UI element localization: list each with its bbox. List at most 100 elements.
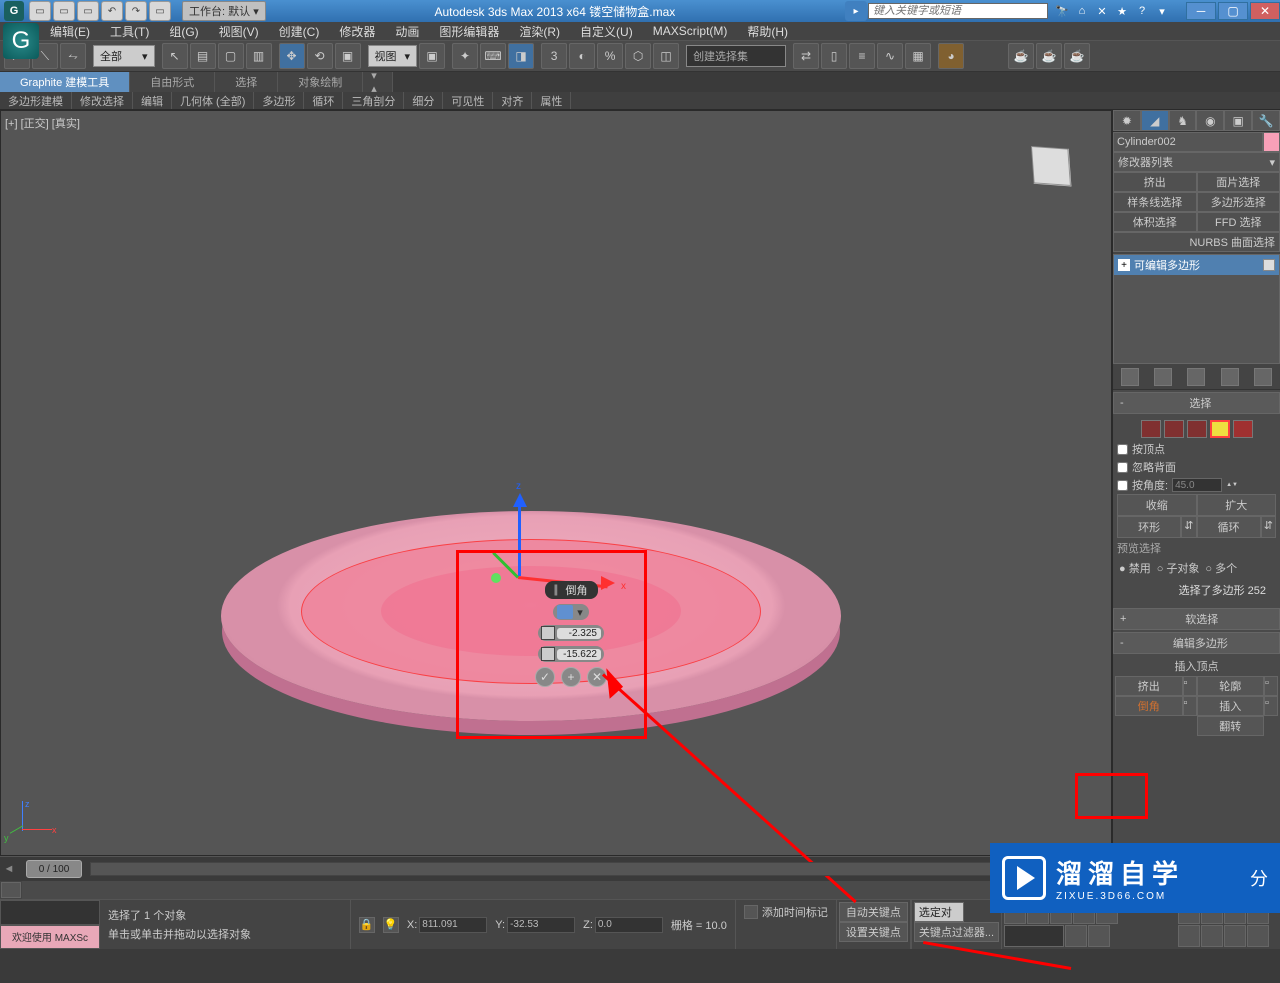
viewcube[interactable] <box>1021 141 1081 201</box>
unique-icon[interactable] <box>1187 368 1205 386</box>
stack-bulb-icon[interactable] <box>1263 259 1275 271</box>
curve-editor-icon[interactable]: ∿ <box>877 43 903 69</box>
ribbon-expand-icon[interactable]: ▾ ▴ <box>363 72 393 92</box>
trackbar-curve-icon[interactable] <box>1 882 21 898</box>
preview-subobj[interactable]: ○ 子对象 <box>1157 560 1200 576</box>
menu-edit[interactable]: 编辑(E) <box>40 21 100 42</box>
menu-customize[interactable]: 自定义(U) <box>570 21 643 42</box>
sr-align[interactable]: 对齐 <box>493 92 532 109</box>
cat-poly[interactable]: 多边形选择 <box>1197 192 1280 212</box>
snap3-icon[interactable]: 3 <box>541 43 567 69</box>
extrude-button[interactable]: 挤出 <box>1115 676 1183 696</box>
hierarchy-tab-icon[interactable]: ♞ <box>1169 110 1197 131</box>
favorite-icon[interactable]: ★ <box>1114 3 1130 19</box>
selection-rollout[interactable]: -选择 <box>1113 392 1280 414</box>
spinner-snap-icon[interactable]: ⬡ <box>625 43 651 69</box>
motion-tab-icon[interactable]: ◉ <box>1196 110 1224 131</box>
named-selection[interactable]: 创建选择集 <box>686 45 786 67</box>
inset-settings-icon[interactable]: ▫ <box>1264 696 1278 716</box>
show-end-icon[interactable] <box>1154 368 1172 386</box>
outline-button[interactable]: 轮廓 <box>1197 676 1265 696</box>
subobj-element-icon[interactable] <box>1233 420 1253 438</box>
viewport[interactable]: [+] [正交] [真实] z x ▎倒角 ▾ -2.325 -15.622 ✓… <box>0 110 1112 856</box>
scale-icon[interactable]: ▣ <box>335 43 361 69</box>
grow-button[interactable]: 扩大 <box>1197 494 1277 516</box>
object-name-field[interactable] <box>1113 132 1263 152</box>
remove-mod-icon[interactable] <box>1221 368 1239 386</box>
preview-disable[interactable]: ● 禁用 <box>1119 560 1151 576</box>
ribbon-graphite[interactable]: Graphite 建模工具 <box>0 72 130 92</box>
dropdown-icon[interactable]: ▾ <box>1154 3 1170 19</box>
menu-maxscript[interactable]: MAXScript(M) <box>643 22 738 40</box>
cat-spline[interactable]: 样条线选择 <box>1113 192 1197 212</box>
qa-new-icon[interactable]: ▭ <box>29 1 51 21</box>
menu-create[interactable]: 创建(C) <box>269 21 330 42</box>
pivot-icon[interactable]: ▣ <box>419 43 445 69</box>
sr-modsel[interactable]: 修改选择 <box>72 92 133 109</box>
listener-mini[interactable] <box>0 900 100 925</box>
layers-icon[interactable]: ≡ <box>849 43 875 69</box>
sr-vis[interactable]: 可见性 <box>443 92 493 109</box>
setkey-button[interactable]: 设置关键点 <box>839 922 908 942</box>
loop-button[interactable]: 循环 <box>1197 516 1261 538</box>
selection-filter[interactable]: 全部 ▾ <box>93 45 155 67</box>
walk-icon[interactable] <box>1224 925 1246 947</box>
rotate-icon[interactable]: ⟲ <box>307 43 333 69</box>
sr-loop[interactable]: 循环 <box>304 92 343 109</box>
sr-poly[interactable]: 多边形 <box>254 92 304 109</box>
edged-icon[interactable]: ◫ <box>653 43 679 69</box>
utilities-tab-icon[interactable]: 🔧 <box>1252 110 1280 131</box>
sel-key-field[interactable]: 选定对 <box>914 902 964 922</box>
by-angle-check[interactable] <box>1117 480 1128 491</box>
menu-help[interactable]: 帮助(H) <box>737 21 798 42</box>
snap-toggle-icon[interactable]: ◨ <box>508 43 534 69</box>
render-setup-icon[interactable]: ☕ <box>1008 43 1034 69</box>
sr-edit[interactable]: 编辑 <box>133 92 172 109</box>
cat-nurbs[interactable]: NURBS 曲面选择 <box>1113 232 1280 252</box>
app-icon[interactable]: G <box>4 1 24 21</box>
infocenter-arrow-icon[interactable]: ▸ <box>845 1 867 21</box>
select-region-icon[interactable]: ▢ <box>218 43 244 69</box>
ignore-back-check[interactable] <box>1117 462 1128 473</box>
cat-facepatch[interactable]: 面片选择 <box>1197 172 1280 192</box>
window-crossing-icon[interactable]: ▥ <box>246 43 272 69</box>
exchange-icon[interactable]: ✕ <box>1094 3 1110 19</box>
maximize-button[interactable]: ▢ <box>1218 2 1248 20</box>
qa-undo-icon[interactable]: ↶ <box>101 1 123 21</box>
sr-tri[interactable]: 三角剖分 <box>343 92 404 109</box>
subobj-border-icon[interactable] <box>1187 420 1207 438</box>
time-slider-handle[interactable]: 0 / 100 <box>26 860 82 878</box>
current-frame[interactable] <box>1004 925 1064 947</box>
qa-link-icon[interactable]: ▭ <box>149 1 171 21</box>
mirror-icon[interactable]: ⇄ <box>793 43 819 69</box>
percent-snap-icon[interactable]: % <box>597 43 623 69</box>
shrink-button[interactable]: 收缩 <box>1117 494 1197 516</box>
ribbon-freeform[interactable]: 自由形式 <box>130 72 215 92</box>
menu-modifiers[interactable]: 修改器 <box>329 21 385 42</box>
expand-icon[interactable]: + <box>1118 259 1130 271</box>
close-button[interactable]: ✕ <box>1250 2 1280 20</box>
coord-y[interactable] <box>507 917 575 933</box>
menu-group[interactable]: 组(G) <box>159 21 208 42</box>
max-viewport-icon[interactable] <box>1247 925 1269 947</box>
listener-output[interactable]: 欢迎使用 MAXSc <box>0 925 100 950</box>
pan-icon[interactable] <box>1178 925 1200 947</box>
subobj-polygon-icon[interactable] <box>1210 420 1230 438</box>
ribbon-paint[interactable]: 对象绘制 <box>278 72 363 92</box>
minimize-button[interactable]: ─ <box>1186 2 1216 20</box>
key-mode-icon[interactable] <box>1065 925 1087 947</box>
keyboard-icon[interactable]: ⌨ <box>480 43 506 69</box>
display-tab-icon[interactable]: ▣ <box>1224 110 1252 131</box>
menu-view[interactable]: 视图(V) <box>209 21 269 42</box>
select-name-icon[interactable]: ▤ <box>190 43 216 69</box>
qa-open-icon[interactable]: ▭ <box>53 1 75 21</box>
autokey-button[interactable]: 自动关键点 <box>839 902 908 922</box>
modifier-stack[interactable]: + 可编辑多边形 <box>1113 254 1280 364</box>
cat-volume[interactable]: 体积选择 <box>1113 212 1197 232</box>
qa-redo-icon[interactable]: ↷ <box>125 1 147 21</box>
outline-settings-icon[interactable]: ▫ <box>1264 676 1278 696</box>
subscription-icon[interactable]: ⌂ <box>1074 3 1090 19</box>
render-icon[interactable]: ☕ <box>1064 43 1090 69</box>
workspace-selector[interactable]: 工作台: 默认 ▾ <box>182 1 266 21</box>
insert-vertex-button[interactable]: 插入顶点 <box>1115 656 1278 676</box>
